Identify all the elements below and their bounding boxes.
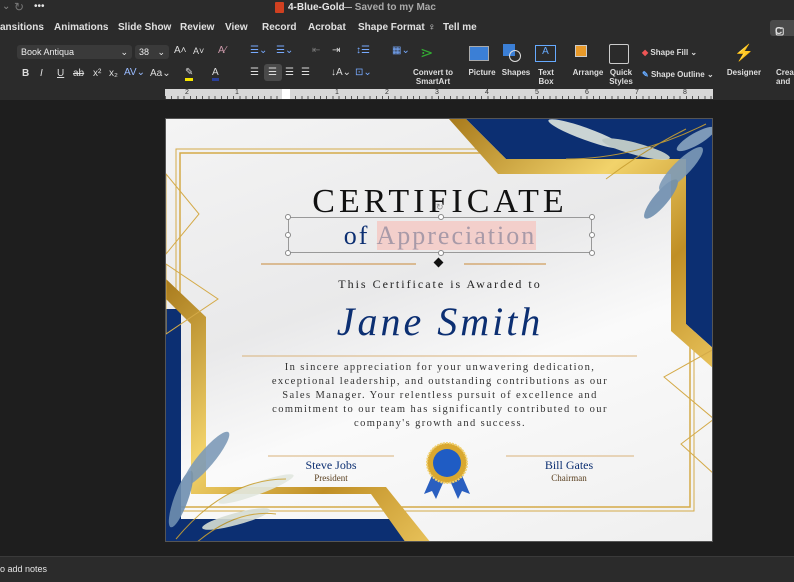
- tell-me-search[interactable]: Tell me: [443, 22, 477, 33]
- recipient-name[interactable]: Jane Smith: [166, 299, 712, 345]
- shape-fill-button[interactable]: ◆ Shape Fill ⌄: [642, 48, 697, 57]
- font-name-select[interactable]: Book Antiqua ⌄: [17, 45, 132, 59]
- tab-slide-show[interactable]: Slide Show: [118, 22, 171, 33]
- text-box-button[interactable]: Text Box: [533, 68, 559, 86]
- italic-button[interactable]: I: [40, 68, 43, 79]
- subtitle-appreciation-selected[interactable]: Appreciation: [376, 221, 537, 250]
- highlight-color-icon[interactable]: ✎: [185, 67, 194, 81]
- signer-role: President: [314, 473, 348, 483]
- rotate-handle-icon[interactable]: ↻: [436, 202, 444, 213]
- clear-formatting-icon[interactable]: A⁄: [218, 45, 226, 56]
- smartart-icon[interactable]: ⋗: [420, 43, 433, 63]
- justify-icon[interactable]: ☰: [301, 67, 310, 78]
- quick-styles-icon[interactable]: [609, 44, 629, 64]
- picture-button[interactable]: Picture: [464, 68, 500, 77]
- superscript-button[interactable]: x²: [93, 68, 101, 79]
- tab-animations[interactable]: Animations: [54, 22, 108, 33]
- align-text-icon[interactable]: ⊡⌄: [355, 67, 372, 78]
- signer-right[interactable]: Bill Gates Chairman: [489, 458, 649, 483]
- font-size-select[interactable]: 38 ⌄: [135, 45, 169, 59]
- comments-button[interactable]: ▢ C: [770, 20, 794, 37]
- chevron-down-icon: ⌄: [120, 47, 128, 57]
- decrease-font-size-icon[interactable]: A˅: [193, 46, 204, 56]
- numbering-icon[interactable]: ☰⌄: [276, 45, 293, 56]
- paint-bucket-icon: ◆: [642, 48, 649, 57]
- character-spacing-icon[interactable]: AV⌄: [124, 67, 145, 78]
- quick-styles-button[interactable]: Quick Styles: [606, 68, 636, 86]
- certificate-subtitle[interactable]: of Appreciation: [166, 220, 712, 252]
- indent-marker[interactable]: [282, 89, 290, 99]
- subscript-button[interactable]: x₂: [109, 68, 118, 79]
- tab-record[interactable]: Record: [262, 22, 296, 33]
- signer-name: Bill Gates: [544, 458, 594, 472]
- chevron-down-icon: ⌄: [157, 47, 165, 57]
- redo-icon[interactable]: ↻: [14, 0, 24, 14]
- circle-shape-icon: [509, 50, 521, 62]
- document-title: 4-Blue-Gold: [288, 2, 345, 13]
- tab-shape-format[interactable]: Shape Format: [358, 22, 425, 33]
- align-right-icon[interactable]: ☰: [285, 67, 294, 78]
- lightbulb-icon: ♀: [428, 22, 436, 33]
- align-center-button[interactable]: ☰: [264, 64, 282, 81]
- convert-smartart-button[interactable]: Convert to SmartArt: [408, 68, 458, 86]
- award-ribbon-icon: [424, 442, 470, 499]
- strikethrough-button[interactable]: ab: [73, 68, 84, 79]
- tab-transitions[interactable]: ansitions: [0, 22, 44, 33]
- increase-font-size-icon[interactable]: A˄: [174, 45, 187, 56]
- powerpoint-file-icon: [275, 2, 284, 13]
- bullets-icon[interactable]: ☰⌄: [250, 45, 267, 56]
- designer-button[interactable]: Designer: [726, 68, 762, 77]
- diamond-ornament: [433, 257, 444, 268]
- increase-indent-icon[interactable]: ⇥: [332, 45, 340, 56]
- shapes-button[interactable]: Shapes: [500, 68, 532, 77]
- slide-canvas[interactable]: CERTIFICATE ↻ of Appreciation This Certi…: [165, 118, 713, 542]
- underline-button[interactable]: U: [57, 68, 64, 79]
- arrange-icon[interactable]: [575, 45, 587, 57]
- citation-body[interactable]: In sincere appreciation for your unwaver…: [166, 361, 712, 431]
- tab-review[interactable]: Review: [180, 22, 214, 33]
- signer-left[interactable]: Steve Jobs President: [251, 458, 411, 483]
- shape-outline-button[interactable]: ✎ Shape Outline ⌄: [642, 70, 714, 79]
- align-center-icon: ☰: [268, 67, 277, 78]
- designer-icon[interactable]: ⚡: [734, 43, 754, 63]
- more-button[interactable]: •••: [34, 1, 45, 12]
- line-spacing-icon[interactable]: ↕☰: [356, 45, 370, 56]
- text-box-icon[interactable]: A: [535, 45, 556, 62]
- save-status[interactable]: — Saved to my Mac: [342, 2, 436, 13]
- title-bar: ⌄ ↻ ••• 4-Blue-Gold — Saved to my Mac: [0, 0, 794, 16]
- notes-pane[interactable]: o add notes: [0, 556, 794, 582]
- signer-role: Chairman: [551, 473, 587, 483]
- notes-placeholder[interactable]: o add notes: [0, 564, 47, 574]
- subtitle-of: of: [343, 221, 370, 250]
- picture-icon[interactable]: [469, 46, 489, 61]
- signer-name: Steve Jobs: [305, 458, 357, 472]
- chevron-down-icon[interactable]: ⌄: [2, 1, 10, 12]
- menu-bar: ansitions Animations Slide Show Review V…: [0, 16, 794, 40]
- horizontal-ruler[interactable]: 2 1 1 2 3 4 5 6 7 8: [165, 89, 713, 99]
- decrease-indent-icon[interactable]: ⇤: [312, 45, 320, 56]
- align-left-icon[interactable]: ☰: [250, 67, 259, 78]
- awarded-to-text[interactable]: This Certificate is Awarded to: [166, 277, 712, 292]
- text-direction-icon[interactable]: ↓A⌄: [331, 67, 351, 78]
- pen-icon: ✎: [642, 70, 649, 79]
- ribbon: Book Antiqua ⌄ 38 ⌄ A˄ A˅ A⁄ B I U ab x² x…: [0, 40, 794, 95]
- arrange-button[interactable]: Arrange: [570, 68, 606, 77]
- columns-icon[interactable]: ▦⌄: [392, 45, 410, 56]
- font-color-icon[interactable]: A: [212, 67, 219, 81]
- bold-button[interactable]: B: [22, 68, 29, 79]
- tab-view[interactable]: View: [225, 22, 248, 33]
- change-case-icon[interactable]: Aa⌄: [150, 68, 171, 79]
- tab-acrobat[interactable]: Acrobat: [308, 22, 346, 33]
